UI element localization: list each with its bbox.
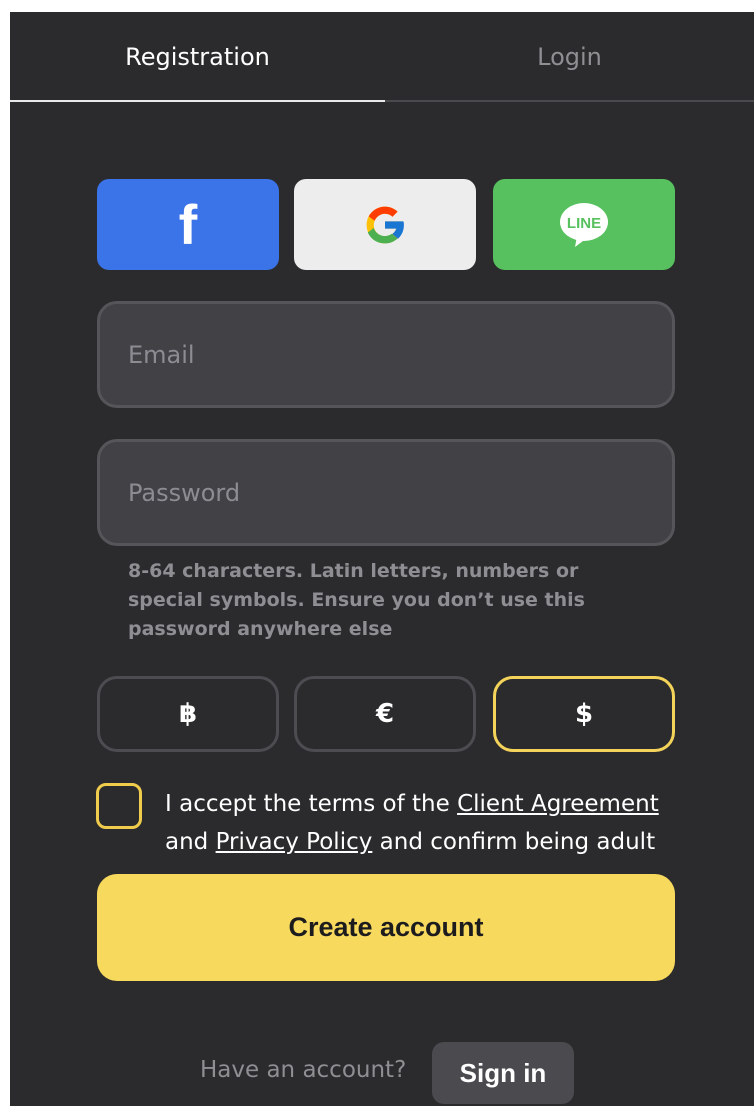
password-input[interactable] [100, 442, 672, 543]
sign-in-button[interactable]: Sign in [432, 1042, 574, 1104]
terms-text-before: I accept the terms of the [165, 791, 458, 817]
currency-baht-button[interactable]: ฿ [97, 676, 279, 752]
terms-text-mid: and [165, 829, 216, 855]
have-account-text: Have an account? [200, 1057, 407, 1083]
tab-login[interactable]: Login [385, 12, 754, 102]
email-input[interactable] [100, 304, 672, 405]
auth-tabs: Registration Login [10, 12, 754, 102]
privacy-policy-link[interactable]: Privacy Policy [216, 829, 373, 855]
google-icon [366, 206, 405, 243]
currency-dollar-button[interactable]: $ [493, 676, 675, 752]
create-account-button[interactable]: Create account [97, 874, 675, 981]
tab-registration[interactable]: Registration [10, 12, 385, 102]
email-field[interactable] [97, 301, 675, 408]
password-hint: 8-64 characters. Latin letters, numbers … [128, 560, 585, 640]
line-login-button[interactable]: LINE [493, 179, 675, 270]
currency-euro-button[interactable]: € [294, 676, 476, 752]
line-icon: LINE [560, 202, 608, 247]
svg-text:LINE: LINE [567, 215, 601, 232]
tab-active-indicator [10, 100, 385, 102]
registration-panel: Registration Login f LINE 8-64 character… [10, 12, 754, 1106]
client-agreement-link[interactable]: Client Agreement [457, 791, 659, 817]
password-field[interactable] [97, 439, 675, 546]
google-login-button[interactable] [294, 179, 476, 270]
terms-checkbox[interactable] [96, 783, 142, 829]
facebook-icon: f [178, 192, 198, 256]
facebook-login-button[interactable]: f [97, 179, 279, 270]
terms-text-after: and confirm being adult [372, 829, 656, 855]
terms-text: I accept the terms of the Client Agreeme… [165, 785, 685, 861]
